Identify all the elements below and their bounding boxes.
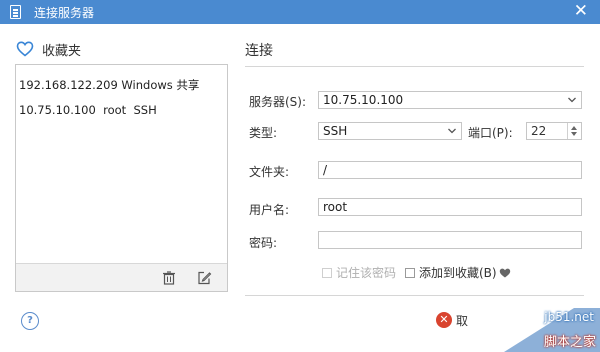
- spin-up-icon[interactable]: [571, 126, 577, 130]
- remember-password-checkbox: 记住该密码: [322, 264, 396, 281]
- username-label: 用户名:: [249, 203, 290, 217]
- document-icon: [10, 5, 21, 19]
- heart-icon: [16, 41, 34, 57]
- list-item[interactable]: 192.168.122.209 Windows 共享: [19, 77, 199, 93]
- username-input[interactable]: root: [318, 198, 582, 216]
- spin-down-icon[interactable]: [571, 132, 577, 136]
- type-label: 类型:: [249, 126, 278, 140]
- add-to-favorites-checkbox[interactable]: 添加到收藏(B): [405, 264, 511, 281]
- heart-icon: [499, 268, 510, 277]
- connection-title: 连接: [245, 43, 273, 59]
- checkbox-box: [322, 267, 332, 278]
- spin-buttons[interactable]: [567, 123, 581, 139]
- favorites-list-panel: 192.168.122.209 Windows 共享 10.75.10.100 …: [15, 64, 228, 292]
- trash-icon[interactable]: [161, 270, 177, 286]
- password-input[interactable]: [318, 231, 582, 249]
- watermark-name: 脚本之家: [543, 335, 596, 350]
- folder-input[interactable]: /: [318, 161, 582, 179]
- server-value: 10.75.10.100: [323, 93, 404, 107]
- chevron-down-icon: [448, 128, 456, 134]
- chevron-down-icon: [568, 97, 576, 103]
- type-combobox[interactable]: SSH: [318, 122, 462, 140]
- port-spinbox[interactable]: 22: [526, 122, 582, 140]
- favorites-header: 收藏夹: [16, 40, 82, 59]
- server-label: 服务器(S):: [249, 95, 307, 109]
- favorites-toolbar: [16, 263, 227, 291]
- watermark: jb51.net 脚本之家: [504, 308, 600, 352]
- divider: [245, 295, 584, 296]
- title-bar: 连接服务器 ✕: [0, 0, 600, 24]
- server-combobox[interactable]: 10.75.10.100: [318, 91, 582, 109]
- close-button[interactable]: ✕: [574, 1, 588, 21]
- remember-password-label: 记住该密码: [336, 266, 397, 280]
- add-to-favorites-label: 添加到收藏(B): [419, 266, 497, 280]
- cancel-label: 取: [456, 313, 469, 328]
- list-item[interactable]: 10.75.10.100 root SSH: [19, 103, 157, 117]
- checkbox-box[interactable]: [405, 267, 415, 278]
- port-label: 端口(P):: [468, 126, 513, 140]
- help-button[interactable]: ?: [21, 312, 39, 330]
- x-circle-icon: ✕: [436, 312, 452, 328]
- watermark-site: jb51.net: [544, 310, 594, 324]
- edit-icon[interactable]: [196, 270, 212, 286]
- type-value: SSH: [323, 124, 348, 138]
- favorites-title: 收藏夹: [42, 43, 82, 59]
- divider: [245, 66, 584, 67]
- cancel-button[interactable]: ✕ 取: [436, 310, 468, 330]
- favorites-list: 192.168.122.209 Windows 共享 10.75.10.100 …: [16, 65, 227, 263]
- window-title: 连接服务器: [34, 6, 95, 20]
- folder-label: 文件夹:: [249, 165, 290, 179]
- port-value: 22: [531, 124, 547, 138]
- password-label: 密码:: [249, 236, 278, 250]
